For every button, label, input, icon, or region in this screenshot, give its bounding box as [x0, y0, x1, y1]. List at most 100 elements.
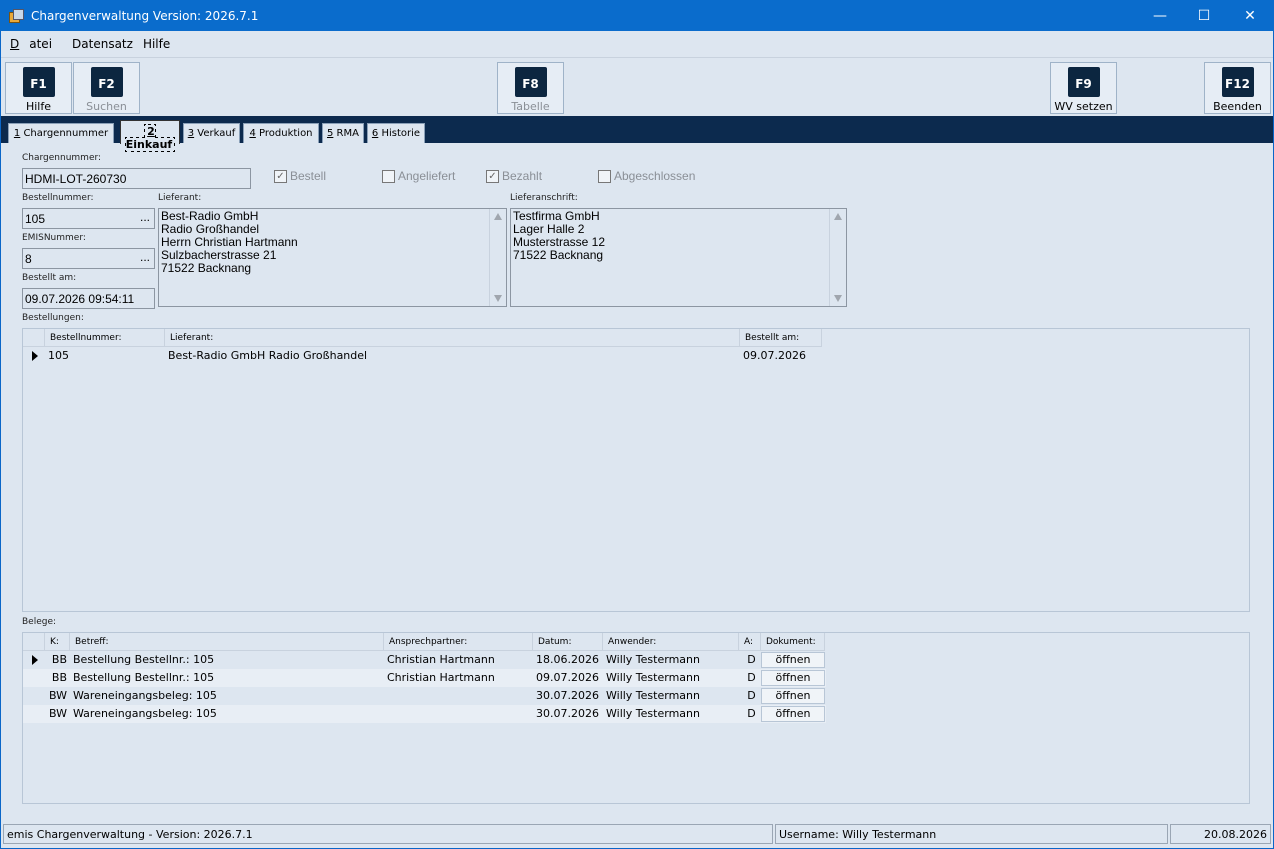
open-document-button[interactable]: öffnen — [761, 670, 825, 686]
bestellnummer-value: 105 — [25, 212, 46, 226]
tab-produktion[interactable]: 4 Produktion — [243, 123, 319, 143]
col-dokument[interactable]: Dokument: — [761, 633, 825, 651]
bestellnummer-field[interactable]: 105 ... — [22, 208, 155, 229]
emisnummer-field[interactable]: 8 ... — [22, 248, 155, 269]
tab-chargennummer[interactable]: 1 Chargennummer — [8, 123, 114, 143]
abgeschlossen-label: Abgeschlossen — [614, 169, 696, 183]
col-ansprechpartner[interactable]: Ansprechpartner: — [384, 633, 533, 651]
emisnummer-value: 8 — [25, 252, 32, 266]
f9-wv-setzen-button[interactable]: F9 WV setzen — [1050, 62, 1117, 114]
bezahlt-check-icon: ✓ — [486, 169, 499, 183]
function-key-toolbar: F1 Hilfe F2 Suchen F8 Tabelle F9 WV setz… — [1, 59, 1273, 116]
angeliefert-check-icon — [382, 169, 395, 183]
bezahlt-label: Bezahlt — [502, 169, 543, 183]
f2-label: Suchen — [86, 100, 127, 113]
abgeschlossen-check-icon — [598, 169, 611, 183]
lieferanschrift-label: Lieferanschrift: — [510, 193, 578, 203]
lieferant-label: Lieferant: — [158, 193, 202, 203]
open-document-button[interactable]: öffnen — [761, 706, 825, 722]
f12-quit-button[interactable]: F12 Beenden — [1204, 62, 1271, 114]
title-bar: Chargenverwaltung Version: 2026.7.1 — ☐ … — [0, 0, 1274, 31]
table-row[interactable]: BW Wareneingangsbeleg: 105 30.07.2026 Wi… — [23, 705, 826, 723]
tab-einkauf[interactable]: 2 Einkauf — [120, 120, 180, 152]
bestell-check-icon: ✓ — [274, 169, 287, 183]
lieferanschrift-memo[interactable]: Testfirma GmbH Lager Halle 2 Musterstras… — [510, 208, 847, 307]
minimize-button[interactable]: — — [1137, 0, 1183, 31]
f1-label: Hilfe — [25, 100, 52, 113]
scroll-down-icon[interactable] — [834, 295, 842, 302]
grid-indicator-header — [23, 329, 45, 347]
col-a[interactable]: A: — [739, 633, 761, 651]
emisnummer-lookup-button[interactable]: ... — [140, 250, 150, 264]
belege-label: Belege: — [22, 617, 57, 627]
bestellungen-label: Bestellungen: — [22, 313, 84, 323]
angeliefert-checkbox[interactable]: Angeliefert — [382, 169, 455, 183]
emisnummer-label: EMISNummer: — [22, 233, 86, 243]
current-row-icon — [32, 351, 38, 361]
chargennummer-field[interactable]: HDMI-LOT-260730 — [22, 168, 251, 189]
cell-k: BW — [48, 707, 67, 720]
main-window: Datei Datensatz Hilfe F1 Hilfe F2 Suchen… — [1, 31, 1273, 848]
lieferant-line: 71522 Backnang — [161, 261, 252, 275]
f1-help-button[interactable]: F1 Hilfe — [5, 62, 72, 114]
scroll-up-icon[interactable] — [494, 213, 502, 220]
current-row-icon — [32, 655, 38, 665]
cell-bestellt-am: 09.07.2026 — [743, 349, 806, 362]
menu-datei[interactable]: Datei — [10, 37, 62, 51]
close-button[interactable]: ✕ — [1227, 0, 1273, 31]
open-document-button[interactable]: öffnen — [761, 688, 825, 704]
cell-datum: 30.07.2026 — [536, 707, 599, 720]
belege-grid: K: Betreff: Ansprechpartner: Datum: Anwe… — [22, 632, 1250, 804]
bestellnummer-lookup-button[interactable]: ... — [140, 210, 150, 224]
tab-verkauf[interactable]: 3 Verkauf — [183, 123, 240, 143]
status-app-version: emis Chargenverwaltung - Version: 2026.7… — [3, 824, 773, 844]
f8-table-button[interactable]: F8 Tabelle — [497, 62, 564, 114]
cell-bestellnummer: 105 — [48, 349, 69, 362]
col-anwender[interactable]: Anwender: — [603, 633, 739, 651]
cell-lieferant: Best-Radio GmbH Radio Großhandel — [168, 349, 368, 362]
cell-betreff: Bestellung Bestellnr.: 105 — [73, 653, 215, 666]
bestellt-am-field[interactable]: 09.07.2026 09:54:11 — [22, 288, 155, 309]
table-row[interactable]: BB Bestellung Bestellnr.: 105 Christian … — [23, 651, 826, 669]
open-document-button[interactable]: öffnen — [761, 652, 825, 668]
maximize-button[interactable]: ☐ — [1181, 0, 1227, 31]
f2-search-button[interactable]: F2 Suchen — [73, 62, 140, 114]
bezahlt-checkbox[interactable]: ✓ Bezahlt — [486, 169, 542, 183]
tab-rma[interactable]: 5 RMA — [322, 123, 364, 143]
col-bestellnummer[interactable]: Bestellnummer: — [45, 329, 165, 347]
cell-a: D — [747, 653, 756, 666]
col-lieferant[interactable]: Lieferant: — [165, 329, 740, 347]
table-row[interactable]: BB Bestellung Bestellnr.: 105 Christian … — [23, 669, 826, 687]
menu-datensatz[interactable]: Datensatz — [72, 37, 133, 51]
window-title: Chargenverwaltung Version: 2026.7.1 — [31, 8, 259, 23]
cell-a: D — [747, 707, 756, 720]
col-datum[interactable]: Datum: — [533, 633, 603, 651]
cell-anwender: Willy Testermann — [606, 707, 700, 720]
cell-anwender: Willy Testermann — [606, 671, 700, 684]
status-username: Username: Willy Testermann — [775, 824, 1168, 844]
scroll-down-icon[interactable] — [494, 295, 502, 302]
bestell-checkbox[interactable]: ✓ Bestell — [274, 169, 326, 183]
table-row[interactable]: BW Wareneingangsbeleg: 105 30.07.2026 Wi… — [23, 687, 826, 705]
lieferant-scrollbar[interactable] — [489, 209, 506, 306]
lieferanschrift-scrollbar[interactable] — [829, 209, 846, 306]
angeliefert-label: Angeliefert — [398, 169, 456, 183]
cell-ansprechpartner — [384, 687, 533, 705]
chargennummer-label: Chargennummer: — [22, 153, 102, 163]
col-k[interactable]: K: — [45, 633, 70, 651]
tab-historie[interactable]: 6 Historie — [367, 123, 425, 143]
lieferant-memo[interactable]: Best-Radio GmbH Radio Großhandel Herrn C… — [158, 208, 507, 307]
menu-bar: Datei Datensatz Hilfe — [1, 31, 1273, 58]
cell-anwender: Willy Testermann — [606, 689, 700, 702]
f2-key-icon: F2 — [90, 67, 123, 97]
f8-key-icon: F8 — [514, 67, 547, 97]
cell-anwender: Willy Testermann — [606, 653, 700, 666]
col-bestellt-am[interactable]: Bestellt am: — [740, 329, 822, 347]
menu-hilfe[interactable]: Hilfe — [143, 37, 170, 51]
col-betreff[interactable]: Betreff: — [70, 633, 384, 651]
scroll-up-icon[interactable] — [834, 213, 842, 220]
table-row[interactable]: 105 Best-Radio GmbH Radio Großhandel 09.… — [23, 347, 823, 365]
grid-indicator-header — [23, 633, 45, 651]
cell-ansprechpartner: Christian Hartmann — [387, 653, 495, 666]
abgeschlossen-checkbox[interactable]: Abgeschlossen — [598, 169, 695, 183]
